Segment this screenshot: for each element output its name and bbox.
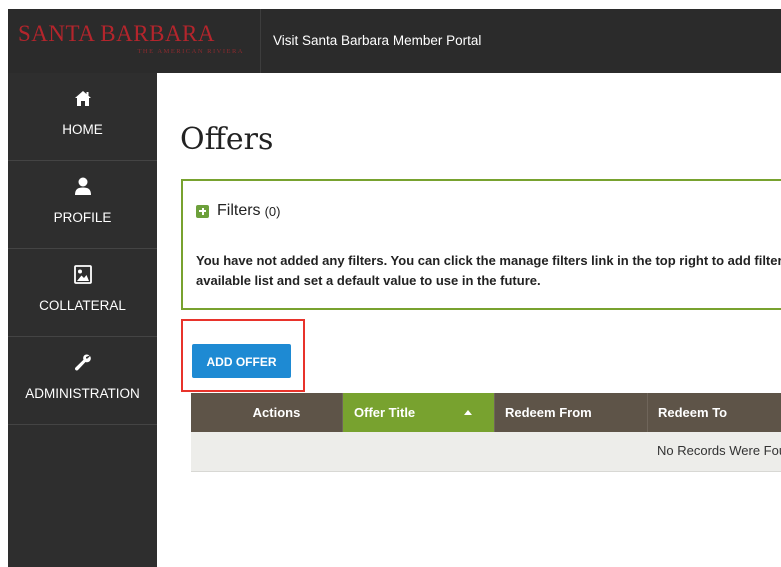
filters-panel: Filters (0) You have not added any filte…	[181, 179, 781, 310]
home-icon	[8, 87, 157, 109]
column-header-label: Offer Title	[354, 405, 416, 420]
logo-text: SANTA BARBARA	[18, 21, 216, 46]
filters-toggle[interactable]: Filters (0)	[196, 202, 280, 220]
sidebar-item-label: COLLATERAL	[39, 298, 126, 313]
sidebar-item-administration[interactable]: ADMINISTRATION	[8, 337, 157, 425]
add-offer-button[interactable]: ADD OFFER	[192, 344, 291, 378]
column-header-offer-title[interactable]: Offer Title	[343, 393, 495, 432]
user-icon	[8, 175, 157, 197]
sidebar-item-label: ADMINISTRATION	[25, 386, 140, 401]
sidebar-item-collateral[interactable]: COLLATERAL	[8, 249, 157, 337]
logo[interactable]: SANTA BARBARA THE AMERICAN RIVIERA	[8, 9, 261, 73]
table-header: Actions Offer Title Redeem From Redeem T…	[191, 393, 781, 432]
logo-tagline: THE AMERICAN RIVIERA	[137, 48, 244, 55]
portal-title: Visit Santa Barbara Member Portal	[273, 33, 482, 48]
filters-message: You have not added any filters. You can …	[196, 253, 781, 288]
sidebar-item-home[interactable]: HOME	[8, 73, 157, 161]
column-header-redeem-to[interactable]: Redeem To	[648, 393, 781, 432]
top-bar: SANTA BARBARA THE AMERICAN RIVIERA Visit…	[8, 9, 781, 73]
image-icon	[8, 263, 157, 285]
column-header-actions: Actions	[191, 393, 343, 432]
page-title: Offers	[180, 122, 274, 157]
wrench-icon	[8, 351, 157, 373]
sort-ascending-icon	[464, 410, 472, 415]
sidebar-item-label: PROFILE	[53, 210, 112, 225]
app-frame: SANTA BARBARA THE AMERICAN RIVIERA Visit…	[8, 9, 781, 567]
no-records-message: No Records Were Found	[657, 443, 781, 458]
filters-count: (0)	[264, 203, 281, 219]
sidebar-item-profile[interactable]: PROFILE	[8, 161, 157, 249]
sidebar: HOME PROFILE COLLATERAL ADMINISTRATION	[8, 73, 157, 567]
column-header-redeem-from[interactable]: Redeem From	[495, 393, 648, 432]
filters-title: Filters	[217, 202, 261, 219]
table-row: No Records Were Found	[191, 432, 781, 472]
sidebar-item-label: HOME	[62, 122, 103, 137]
expand-plus-icon[interactable]	[196, 204, 209, 218]
